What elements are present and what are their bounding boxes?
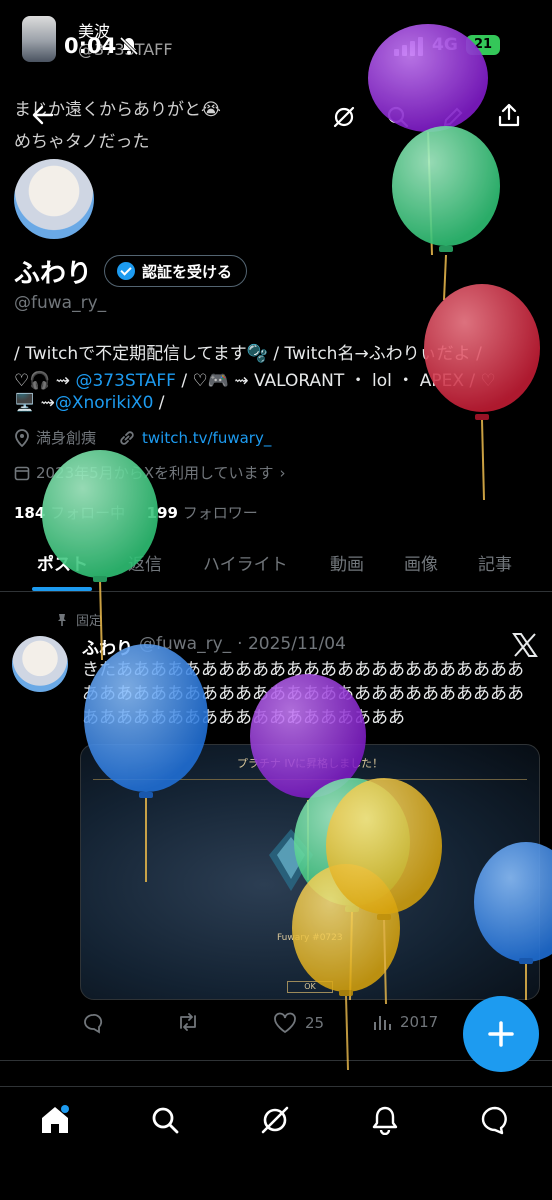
media-ok-button: OK (287, 981, 333, 993)
heart-icon (273, 1012, 297, 1034)
repost-icon (176, 1012, 200, 1032)
media-title-text: プラチナ IVに昇格しました！ (236, 757, 384, 770)
status-time: 0:04 (64, 34, 117, 58)
tab-highlights[interactable]: ハイライト (203, 550, 288, 575)
reply-button[interactable] (82, 1012, 112, 1034)
silent-bell-icon (118, 36, 140, 56)
pinned-row: 固定 (56, 610, 102, 629)
explore-icon[interactable] (145, 1100, 185, 1140)
tab-articles[interactable]: 記事 (478, 550, 512, 575)
get-verified-button[interactable]: 認証を受ける (104, 255, 248, 287)
battery-indicator: 21 (466, 35, 500, 55)
post-author-handle[interactable]: @fuwa_ry_ (139, 634, 231, 659)
grok-icon[interactable] (329, 102, 359, 132)
following-count[interactable]: 184 (14, 504, 45, 522)
profile-meta-row: 満身創痍 twitch.tv/fuwary_ (14, 427, 271, 448)
post-author-name[interactable]: ふわり (82, 634, 133, 659)
bio-line-3: 🖥️ ⇝@XnorikiX0 / (14, 393, 165, 413)
plus-icon (486, 1019, 516, 1049)
tab-replies[interactable]: 返信 (128, 550, 162, 575)
profile-joined-row[interactable]: 2023年5月からXを利用しています › (14, 462, 286, 483)
followers-label[interactable]: フォロワー (183, 504, 258, 522)
compose-icon[interactable] (438, 102, 468, 132)
profile-website-link[interactable]: twitch.tv/fuwary_ (142, 429, 271, 447)
post-header: ふわり @fuwa_ry_ · 2025/11/04 (82, 634, 346, 659)
rank-crest-icon (261, 825, 321, 895)
signal-strength-icon (394, 36, 424, 56)
balloon-red (424, 284, 540, 501)
pinned-label: 固定 (76, 614, 103, 629)
get-verified-label: 認証を受ける (142, 262, 233, 281)
pin-icon (56, 613, 68, 627)
back-arrow-icon[interactable] (28, 100, 58, 130)
like-count: 25 (305, 1014, 325, 1032)
link-icon (118, 429, 136, 447)
views-button[interactable]: 2017 (372, 1012, 438, 1032)
profile-handle: @fuwa_ry_ (14, 293, 107, 313)
x-logo-icon (512, 633, 538, 657)
profile-location: 満身創痍 (36, 429, 97, 447)
repost-button[interactable] (176, 1012, 208, 1032)
profile-joined-date: 2023年5月からXを利用しています (36, 464, 274, 482)
post-author-avatar[interactable] (12, 636, 68, 692)
header-overlay-text-2: めちゃタノだった (14, 132, 150, 152)
followers-count[interactable]: 199 (147, 504, 178, 522)
profile-avatar[interactable] (12, 157, 96, 241)
bio-line-2: ♡🎧 ⇝ @373STAFF / ♡🎮 ⇝ VALORANT ・ lol ・ A… (14, 371, 496, 391)
calendar-icon (14, 465, 30, 481)
search-icon[interactable] (383, 102, 413, 132)
status-account-avatar (22, 16, 56, 62)
like-button[interactable]: 25 (273, 1012, 324, 1034)
tabs-divider (0, 591, 552, 592)
media-player-name: Fuwary #0723 (277, 933, 343, 943)
compose-post-button[interactable] (463, 996, 539, 1072)
post-text: きたああああああああああああああああああああああああああああああああああああああ… (82, 660, 524, 728)
bio-mention-373staff[interactable]: @373STAFF (75, 371, 176, 391)
home-icon[interactable] (35, 1100, 75, 1140)
media-divider (93, 779, 527, 780)
reply-icon (82, 1012, 104, 1034)
network-type: 4G (432, 35, 458, 55)
messages-icon[interactable] (475, 1100, 515, 1140)
bio-mention-xnorikix0[interactable]: @XnorikiX0 (55, 393, 154, 413)
tab-posts[interactable]: ポスト (37, 550, 88, 575)
post-date: · 2025/11/04 (237, 634, 346, 654)
balloon-green-top (392, 126, 500, 301)
tab-videos[interactable]: 動画 (330, 550, 364, 575)
balloon-purple-top (368, 24, 488, 256)
chevron-right-icon: › (279, 463, 286, 482)
follow-stats: 184 フォロー中 199 フォロワー (14, 502, 258, 523)
verified-badge-icon (117, 262, 135, 280)
views-count: 2017 (400, 1013, 439, 1031)
location-icon (14, 428, 30, 447)
post-divider (0, 1060, 552, 1061)
post-media-image[interactable]: プラチナ IVに昇格しました！ Fuwary #0723 OK (80, 744, 540, 1000)
tab-media[interactable]: 画像 (404, 550, 438, 575)
profile-display-name: ふわり (14, 259, 93, 289)
views-icon (372, 1012, 392, 1032)
grok-nav-icon[interactable] (255, 1100, 295, 1140)
notifications-icon[interactable] (365, 1100, 405, 1140)
bio-line-1: / Twitchで不定期配信してます🫧 / Twitch名→ふわりぃだよ / (14, 344, 482, 364)
following-label[interactable]: フォロー中 (50, 504, 125, 522)
share-icon[interactable] (494, 100, 524, 130)
